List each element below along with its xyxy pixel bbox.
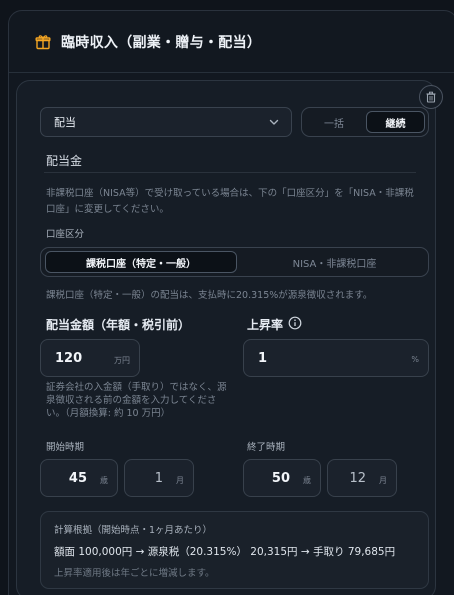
account-tax-note: 課税口座（特定・一般）の配当は、支払時に20.315%が源泉徴収されます。 xyxy=(46,290,373,301)
dividend-amount-value: 120 xyxy=(55,351,83,366)
start-period-label: 開始時期 xyxy=(46,442,85,453)
dividend-amount-unit: 万円 xyxy=(114,356,130,365)
growth-rate-unit: % xyxy=(411,355,419,364)
start-month-input[interactable]: 1 月 xyxy=(124,459,194,497)
income-type-select[interactable]: 配当 xyxy=(40,107,292,137)
section-divider xyxy=(44,172,416,173)
start-month-value: 1 xyxy=(154,471,163,486)
start-age-unit: 歳 xyxy=(100,476,108,485)
mode-option-recurring[interactable]: 継続 xyxy=(366,111,425,133)
income-type-value: 配当 xyxy=(54,116,76,129)
start-age-input[interactable]: 45 歳 xyxy=(40,459,118,497)
growth-rate-value: 1 xyxy=(258,351,268,366)
basis-calculation: 額面 100,000円 → 源泉税（20.315%） 20,315円 → 手取り… xyxy=(54,546,396,558)
trash-icon xyxy=(426,91,436,103)
amount-hint: 証券会社の入金額（手取り）ではなく、源泉徴収される前の金額を入力してください。（… xyxy=(46,382,227,419)
dividend-amount-label: 配当金額（年額・税引前） xyxy=(46,318,191,332)
delete-item-button[interactable] xyxy=(419,85,443,109)
basis-title: 計算根拠（開始時点・1ヶ月あたり） xyxy=(54,525,213,536)
account-option-taxable[interactable]: 課税口座（特定・一般） xyxy=(45,251,237,273)
start-month-unit: 月 xyxy=(176,476,184,485)
calculation-basis-box: 計算根拠（開始時点・1ヶ月あたり） 額面 100,000円 → 源泉税（20.3… xyxy=(40,511,429,589)
nisa-note: 非課税口座（NISA等）で受け取っている場合は、下の「口座区分」を「NISA・非… xyxy=(46,188,414,215)
end-month-value: 12 xyxy=(349,471,366,486)
card-header: 臨時収入（副業・贈与・配当） xyxy=(9,11,454,73)
account-type-toggle: 課税口座（特定・一般） NISA・非課税口座 xyxy=(40,247,429,277)
start-age-value: 45 xyxy=(68,471,87,486)
section-title: 配当金 xyxy=(46,154,83,168)
growth-rate-label: 上昇率 xyxy=(247,318,284,332)
end-age-value: 50 xyxy=(271,471,290,486)
mode-option-lump-sum[interactable]: 一括 xyxy=(302,108,366,136)
dividend-amount-input[interactable]: 120 万円 xyxy=(40,339,140,377)
gift-icon xyxy=(35,34,51,49)
info-icon[interactable] xyxy=(288,316,302,330)
payment-mode-toggle: 一括 継続 xyxy=(301,107,429,137)
end-period-label: 終了時期 xyxy=(247,442,286,453)
account-option-nisa[interactable]: NISA・非課税口座 xyxy=(241,248,428,276)
end-age-input[interactable]: 50 歳 xyxy=(243,459,321,497)
growth-rate-input[interactable]: 1 % xyxy=(243,339,429,377)
basis-note: 上昇率適用後は年ごとに増減します。 xyxy=(54,568,215,579)
card-title: 臨時収入（副業・贈与・配当） xyxy=(61,34,262,51)
end-month-unit: 月 xyxy=(379,476,387,485)
chevron-down-icon xyxy=(269,119,279,125)
end-age-unit: 歳 xyxy=(303,476,311,485)
account-type-label: 口座区分 xyxy=(46,229,85,240)
end-month-input[interactable]: 12 月 xyxy=(327,459,397,497)
